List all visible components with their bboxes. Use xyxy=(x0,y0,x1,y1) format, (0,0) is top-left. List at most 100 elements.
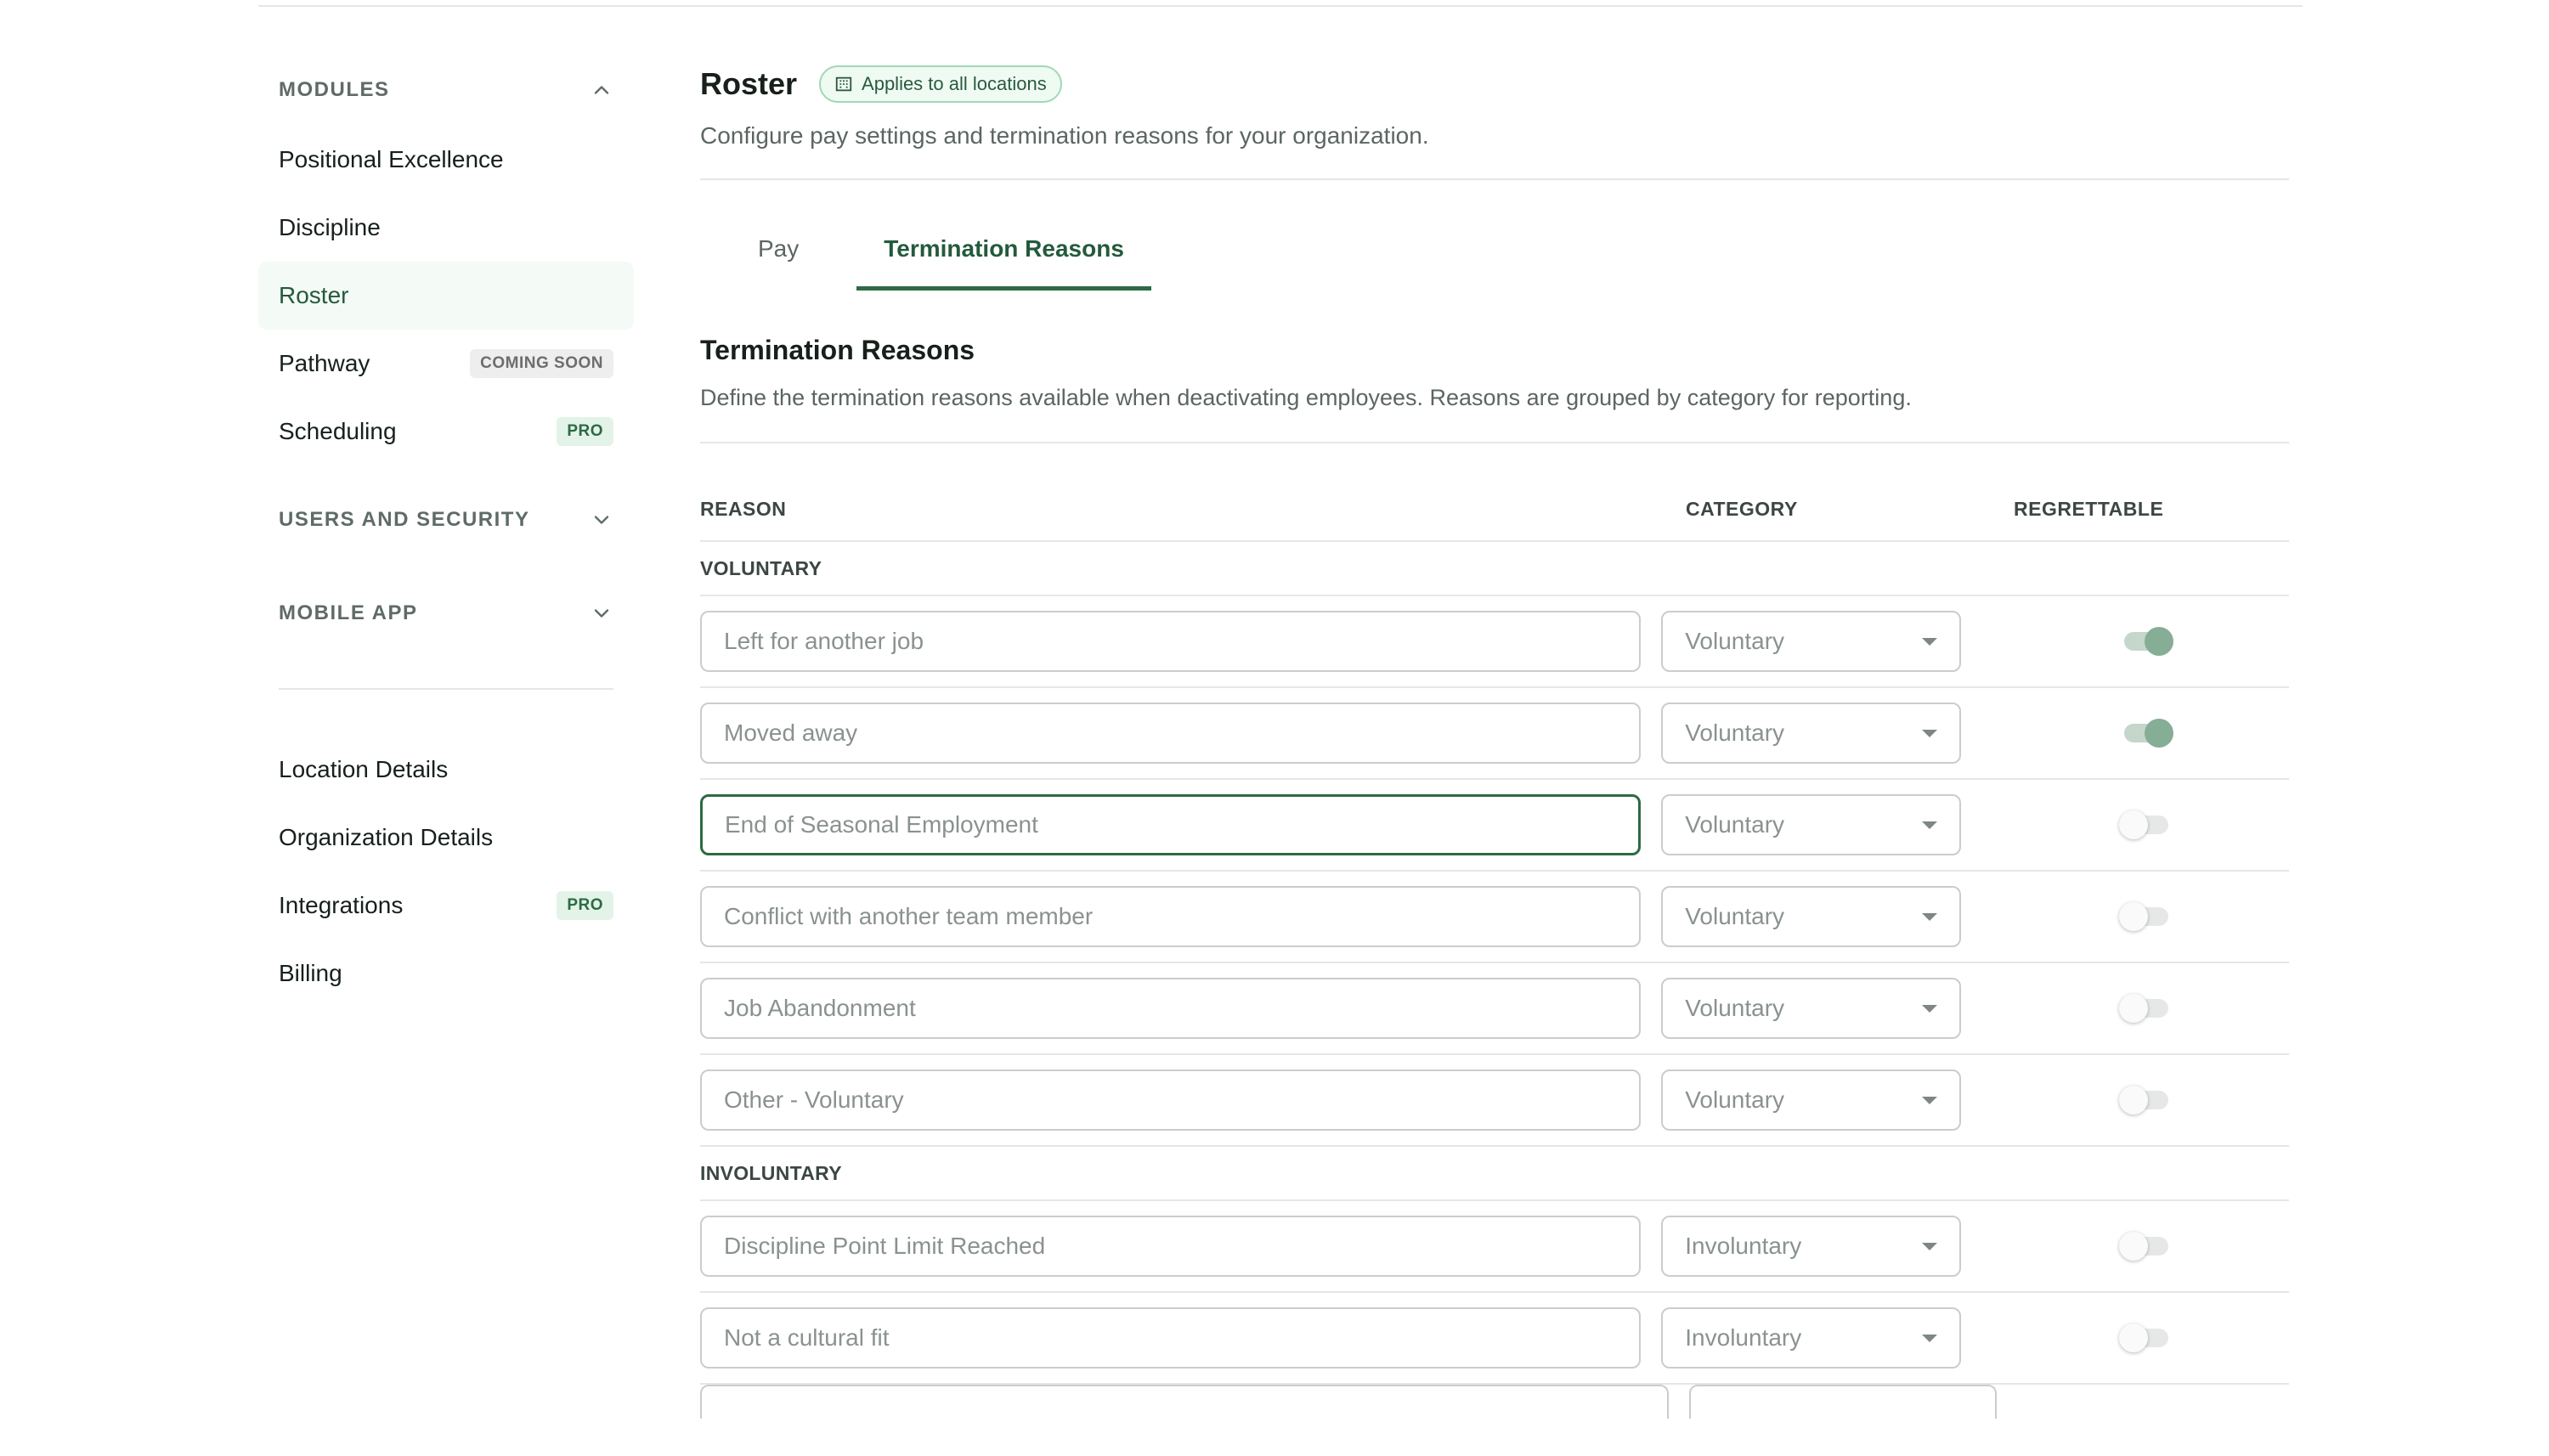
table-row: Moved away Voluntary xyxy=(700,688,2289,780)
category-select[interactable]: Involuntary xyxy=(1661,1307,1962,1369)
page-header: Roster Applies to all locations xyxy=(700,59,2289,109)
category-select[interactable]: Voluntary xyxy=(1661,794,1962,855)
table-row: Conflict with another team member Volunta… xyxy=(700,872,2289,963)
toggle-knob xyxy=(2119,1232,2149,1261)
category-value: Voluntary xyxy=(1685,720,1785,746)
tab-pay[interactable]: Pay xyxy=(727,211,829,291)
category-select[interactable]: Voluntary xyxy=(1661,886,1962,947)
sidebar-item-label: Location Details xyxy=(279,756,449,782)
sidebar-item-location-details[interactable]: Location Details xyxy=(258,736,634,804)
regrettable-toggle[interactable] xyxy=(2119,994,2169,1023)
sidebar-item-positional-excellence[interactable]: Positional Excellence xyxy=(258,126,634,194)
regrettable-cell xyxy=(2046,627,2289,656)
chevron-down-icon[interactable] xyxy=(590,601,613,625)
sidebar-section-label: MODULES xyxy=(279,78,390,101)
reason-input[interactable]: End of Seasonal Employment xyxy=(700,794,1642,855)
category-select[interactable] xyxy=(1689,1385,1997,1419)
regrettable-toggle[interactable] xyxy=(2119,1086,2169,1115)
group-label-voluntary: VOLUNTARY xyxy=(700,542,2289,596)
category-select[interactable]: Voluntary xyxy=(1661,978,1962,1039)
category-value: Voluntary xyxy=(1685,811,1785,838)
regrettable-toggle[interactable] xyxy=(2119,1323,2169,1352)
sidebar-item-pathway[interactable]: Pathway COMING SOON xyxy=(258,330,634,398)
sidebar-bottom-list: Location Details Organization Details Inte… xyxy=(258,736,634,1007)
table-row: End of Seasonal Employment Voluntary xyxy=(700,780,2289,872)
regrettable-toggle[interactable] xyxy=(2119,810,2169,839)
reason-input[interactable]: Left for another job xyxy=(700,611,1642,672)
building-icon xyxy=(835,76,852,92)
regrettable-cell xyxy=(2046,810,2289,839)
regrettable-cell xyxy=(2046,902,2289,931)
group-label-involuntary: INVOLUNTARY xyxy=(700,1147,2289,1201)
category-select[interactable]: Involuntary xyxy=(1661,1216,1962,1277)
reason-input[interactable]: Moved away xyxy=(700,703,1642,764)
reason-value: Discipline Point Limit Reached xyxy=(724,1233,1046,1259)
sidebar-section-modules[interactable]: MODULES xyxy=(258,54,634,126)
table-header: REASON CATEGORY REGRETTABLE xyxy=(700,442,2289,542)
caret-down-icon xyxy=(1922,1096,1938,1104)
category-select[interactable]: Voluntary xyxy=(1661,611,1962,672)
reason-input[interactable]: Job Abandonment xyxy=(700,978,1642,1039)
sidebar-section-mobile-app[interactable]: MOBILE APP xyxy=(258,578,634,649)
table-row-partial xyxy=(700,1385,2289,1419)
toggle-knob xyxy=(2145,627,2174,656)
column-header-reason: REASON xyxy=(700,497,787,520)
reason-value: End of Seasonal Employment xyxy=(725,811,1038,838)
caret-down-icon xyxy=(1922,729,1938,737)
sidebar-divider xyxy=(279,688,613,690)
reason-input[interactable]: Not a cultural fit xyxy=(700,1307,1642,1369)
sidebar-item-label: Roster xyxy=(279,282,349,308)
sidebar-item-label: Billing xyxy=(279,960,342,986)
table-row: Discipline Point Limit Reached Involuntar… xyxy=(700,1201,2289,1293)
tab-bar: Pay Termination Reasons xyxy=(700,180,2289,291)
sidebar-item-label: Organization Details xyxy=(279,824,494,850)
regrettable-toggle[interactable] xyxy=(2119,1232,2169,1261)
reason-input[interactable]: Discipline Point Limit Reached xyxy=(700,1216,1642,1277)
reason-value: Moved away xyxy=(724,720,858,746)
caret-down-icon xyxy=(1922,1334,1938,1342)
main-content: Roster Applies to all locations Configur… xyxy=(700,59,2289,1419)
sidebar-item-billing[interactable]: Billing xyxy=(258,940,634,1007)
sidebar-item-label: Positional Excellence xyxy=(279,146,504,172)
toggle-knob xyxy=(2119,902,2149,931)
sidebar-item-roster[interactable]: Roster xyxy=(258,262,634,330)
table-row: Left for another job Voluntary xyxy=(700,596,2289,688)
sidebar-section-label: MOBILE APP xyxy=(279,601,418,624)
caret-down-icon xyxy=(1922,637,1938,646)
sidebar-item-integrations[interactable]: Integrations PRO xyxy=(258,872,634,940)
column-header-regrettable: REGRETTABLE xyxy=(2014,497,2164,520)
sidebar-section-users-security[interactable]: USERS AND SECURITY xyxy=(258,484,634,556)
category-value: Involuntary xyxy=(1685,1324,1802,1351)
section-title: Termination Reasons xyxy=(700,335,975,365)
sidebar-item-label: Discipline xyxy=(279,214,381,240)
column-header-category: CATEGORY xyxy=(1686,497,1798,520)
sidebar-item-organization-details[interactable]: Organization Details xyxy=(258,804,634,872)
reason-value: Left for another job xyxy=(724,628,924,654)
sidebar-item-discipline[interactable]: Discipline xyxy=(258,194,634,262)
category-value: Voluntary xyxy=(1685,1086,1785,1113)
category-select[interactable]: Voluntary xyxy=(1661,703,1962,764)
regrettable-cell xyxy=(2046,994,2289,1023)
sidebar-item-label: Scheduling xyxy=(279,418,397,444)
chevron-down-icon[interactable] xyxy=(590,508,613,532)
regrettable-toggle[interactable] xyxy=(2119,902,2169,931)
reason-input[interactable] xyxy=(700,1385,1669,1419)
sidebar-section-label: USERS AND SECURITY xyxy=(279,508,530,531)
tab-termination-reasons[interactable]: Termination Reasons xyxy=(856,211,1151,291)
reason-input[interactable]: Other - Voluntary xyxy=(700,1069,1642,1131)
scope-chip-label: Applies to all locations xyxy=(862,73,1047,94)
reason-input[interactable]: Conflict with another team member xyxy=(700,886,1642,947)
toggle-knob xyxy=(2119,1323,2149,1352)
category-value: Voluntary xyxy=(1685,903,1785,929)
chevron-up-icon[interactable] xyxy=(590,78,613,102)
termination-reasons-table: VOLUNTARY Left for another job Voluntary Mo… xyxy=(700,542,2289,1385)
regrettable-toggle[interactable] xyxy=(2124,627,2174,656)
category-select[interactable]: Voluntary xyxy=(1661,1069,1962,1131)
toggle-knob xyxy=(2119,1086,2149,1115)
table-row: Not a cultural fit Involuntary xyxy=(700,1293,2289,1385)
pro-badge: PRO xyxy=(557,891,613,920)
modules-list: Positional Excellence Discipline Roster Pat… xyxy=(258,126,634,466)
regrettable-toggle[interactable] xyxy=(2124,719,2174,748)
top-divider xyxy=(258,5,2303,7)
sidebar-item-scheduling[interactable]: Scheduling PRO xyxy=(258,398,634,466)
